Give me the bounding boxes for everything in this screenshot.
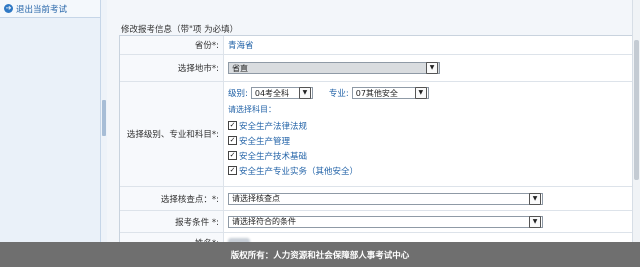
subject-label: 安全生产法律法规 — [239, 121, 308, 132]
condition-label: 报考条件 *: — [120, 211, 224, 232]
exit-exam-link[interactable]: ➔ 退出当前考试 — [0, 0, 100, 18]
chevron-down-icon: ▼ — [414, 87, 427, 99]
footer-copyright: 版权所有：人力资源和社会保障部人事考试中心 — [0, 242, 640, 267]
subject-checkbox-item[interactable]: ✓ 安全生产管理 — [228, 133, 290, 148]
subject-label: 安全生产技术基础 — [239, 151, 308, 162]
province-label: 省份*: — [120, 36, 224, 54]
check-point-row: 选择核查点：*: 请选择核查点 ▼ — [120, 187, 638, 211]
check-point-select-value: 请选择核查点 — [232, 194, 280, 203]
province-value: 青海省 — [228, 41, 254, 51]
city-select[interactable]: 省直 ▼ — [228, 62, 440, 74]
main-content: 修改报考信息（带"项 为必填） 省份*: 青海省 选择地市*: 省直 ▼ 选择级… — [107, 0, 640, 254]
scrollbar-thumb[interactable] — [634, 40, 639, 180]
check-point-label: 选择核查点：*: — [120, 187, 224, 210]
chevron-down-icon: ▼ — [529, 215, 541, 228]
subject-checkbox-item[interactable]: ✓ 安全生产技术基础 — [228, 148, 307, 163]
subject-label: 安全生产专业实务（其他安全） — [239, 166, 359, 177]
condition-select-value: 请选择符合的条件 — [232, 217, 296, 226]
level-major-row: 选择级别、专业和科目*: 级别: 04考全科 ▼ 专业: 07其他安全 ▼ 请选… — [120, 82, 638, 187]
level-select[interactable]: 04考全科 ▼ — [250, 87, 313, 99]
level-label: 级别: — [228, 89, 248, 99]
checkbox-checked-icon[interactable]: ✓ — [228, 121, 237, 130]
city-label: 选择地市*: — [120, 55, 224, 81]
city-select-value: 省直 — [232, 63, 248, 73]
chevron-down-icon: ▼ — [529, 192, 541, 205]
subject-label: 安全生产管理 — [239, 136, 291, 147]
major-select[interactable]: 07其他安全 ▼ — [351, 87, 429, 99]
subject-checkbox-item[interactable]: ✓ 安全生产专业实务（其他安全） — [228, 163, 358, 178]
subjects-hint: 请选择科目： — [228, 105, 276, 114]
subject-checkbox-item[interactable]: ✓ 安全生产法律法规 — [228, 118, 307, 133]
registration-form: 省份*: 青海省 选择地市*: 省直 ▼ 选择级别、专业和科目*: 级别: 04… — [119, 35, 639, 254]
checkbox-checked-icon[interactable]: ✓ — [228, 166, 237, 175]
city-row: 选择地市*: 省直 ▼ — [120, 55, 638, 82]
condition-select[interactable]: 请选择符合的条件 ▼ — [228, 215, 543, 228]
chevron-down-icon: ▼ — [426, 62, 438, 74]
major-label: 专业: — [328, 89, 349, 99]
checkbox-checked-icon[interactable]: ✓ — [228, 151, 237, 160]
checkbox-checked-icon[interactable]: ✓ — [228, 136, 237, 145]
exit-exam-label: 退出当前考试 — [16, 4, 68, 15]
province-row: 省份*: 青海省 — [120, 36, 638, 55]
panel-splitter-handle[interactable] — [102, 100, 106, 136]
chevron-down-icon: ▼ — [298, 87, 311, 99]
major-select-value: 07其他安全 — [355, 88, 398, 98]
level-select-value: 04考全科 — [254, 88, 290, 98]
check-point-select[interactable]: 请选择核查点 ▼ — [228, 192, 543, 205]
form-title: 修改报考信息（带"项 为必填） — [121, 25, 239, 35]
vertical-scrollbar[interactable] — [632, 0, 640, 242]
arrow-right-circle-icon: ➔ — [4, 4, 13, 13]
left-panel: ➔ 退出当前考试 — [0, 0, 101, 242]
condition-row: 报考条件 *: 请选择符合的条件 ▼ — [120, 211, 638, 233]
level-major-label: 选择级别、专业和科目*: — [120, 82, 224, 186]
